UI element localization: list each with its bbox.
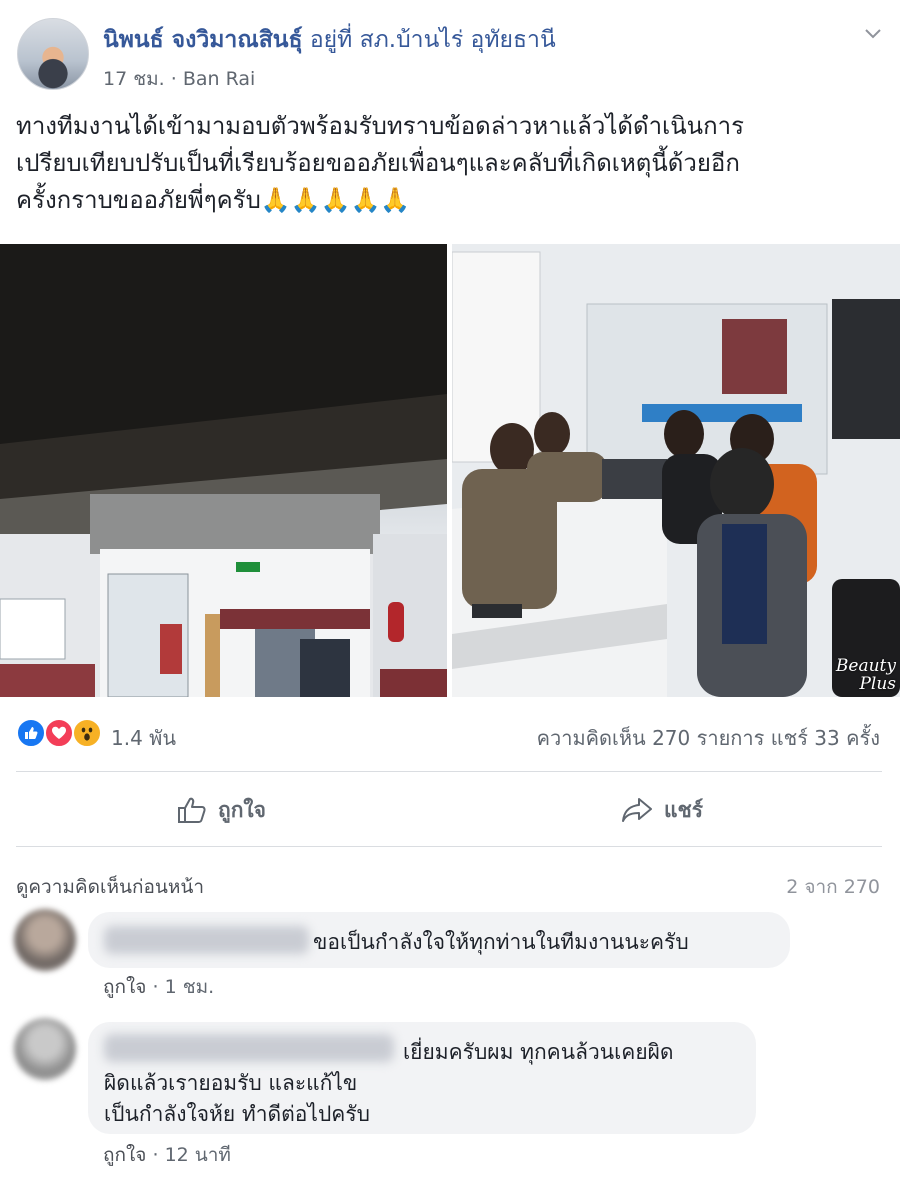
wow-reaction-icon — [72, 718, 102, 748]
thumbs-up-icon — [178, 797, 206, 823]
commenter-avatar[interactable] — [14, 1018, 76, 1080]
like-button[interactable]: ถูกใจ — [176, 790, 266, 830]
post-text-line: ทางทีมงานได้เข้ามามอบตัวพร้อมรับทราบข้อด… — [16, 112, 744, 140]
comment-time[interactable]: 1 ชม. — [165, 976, 215, 998]
comment-meta: ถูกใจ · 1 ชม. — [103, 972, 214, 1002]
comment-text: ขอเป็นกำลังใจให้ทุกท่านในทีมงานนะครับ — [313, 930, 689, 954]
post-time[interactable]: 17 ชม. — [103, 68, 165, 90]
comment-bubble: ขอเป็นกำลังใจให้ทุกท่านในทีมงานนะครับ — [88, 912, 790, 968]
post-header: นิพนธ์ จงวิมาณสินธุ์ อยู่ที่ สภ.บ้านไร่ … — [0, 0, 900, 100]
comment-like-link[interactable]: ถูกใจ — [103, 1144, 146, 1166]
share-button-label: แชร์ — [664, 797, 704, 822]
love-reaction-icon — [44, 718, 74, 748]
beautyplus-watermark: Beauty Plus — [835, 656, 896, 694]
checkin-location[interactable]: อยู่ที่ สภ.บ้านไร่ อุทัยธานี — [310, 27, 556, 53]
author-name[interactable]: นิพนธ์ จงวิมาณสินธุ์ — [103, 27, 303, 53]
post-text-line: เปรียบเทียบปรับเป็นที่เรียบร้อยขออภัยเพื… — [16, 149, 740, 177]
comment-meta: ถูกใจ · 12 นาที — [103, 1140, 231, 1170]
commenter-name-blurred[interactable] — [104, 926, 309, 954]
post-meta: 17 ชม. · Ban Rai — [103, 64, 255, 94]
meta-separator: · — [152, 976, 159, 998]
commenter-avatar[interactable] — [14, 909, 76, 971]
view-previous-comments-link[interactable]: ดูความคิดเห็นก่อนหน้า — [16, 872, 204, 902]
meeting-illustration — [452, 244, 900, 697]
like-button-label: ถูกใจ — [218, 797, 266, 822]
divider — [16, 846, 882, 847]
reaction-count[interactable]: 1.4 พัน — [111, 722, 176, 754]
comments-shares-count[interactable]: ความคิดเห็น 270 รายการ แชร์ 33 ครั้ง — [537, 722, 880, 754]
post-text: ทางทีมงานได้เข้ามามอบตัวพร้อมรับทราบข้อด… — [16, 108, 886, 219]
comment-like-link[interactable]: ถูกใจ — [103, 976, 146, 998]
station-entrance-illustration — [0, 244, 447, 697]
author-line: นิพนธ์ จงวิมาณสินธุ์ อยู่ที่ สภ.บ้านไร่ … — [103, 22, 556, 58]
comment-bubble: เยี่ยมครับผม ทุกคนล้วนเคยผิด ผิดแล้วเราย… — [88, 1022, 756, 1134]
author-avatar[interactable] — [17, 18, 89, 90]
divider — [16, 771, 882, 772]
share-arrow-icon — [622, 798, 652, 822]
chevron-down-icon[interactable] — [862, 22, 884, 44]
post-place[interactable]: Ban Rai — [183, 68, 255, 90]
share-button[interactable]: แชร์ — [620, 790, 703, 830]
post-photo-station-entrance[interactable] — [0, 244, 447, 697]
comment-text-line: ผิดแล้วเรายอมรับ และแก้ไข — [104, 1071, 358, 1095]
comment-text-line: เป็นกำลังใจห้ย ทำดีต่อไปครับ — [104, 1102, 370, 1126]
like-reaction-icon — [16, 718, 46, 748]
comment-time[interactable]: 12 นาที — [165, 1144, 231, 1166]
post-photo-meeting[interactable]: Beauty Plus — [452, 244, 900, 697]
comments-page-count: 2 จาก 270 — [786, 876, 880, 898]
meta-separator: · — [152, 1144, 159, 1166]
post-text-line: ครั้งกราบขออภัยพี่ๆครับ🙏🙏🙏🙏🙏 — [16, 186, 411, 214]
commenter-name-blurred[interactable] — [104, 1034, 394, 1062]
comment-text-line: เยี่ยมครับผม ทุกคนล้วนเคยผิด — [403, 1040, 674, 1064]
meta-separator: · — [170, 68, 177, 90]
